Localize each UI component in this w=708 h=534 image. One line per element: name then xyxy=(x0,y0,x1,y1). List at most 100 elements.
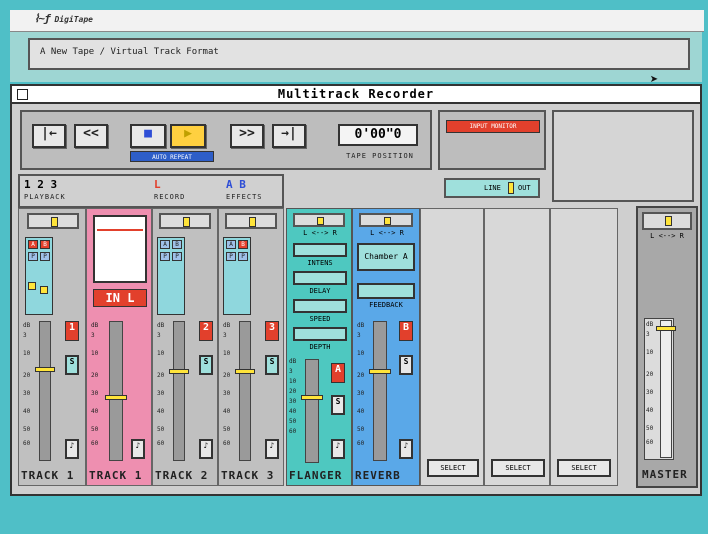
tape-position-label: TAPE POSITION xyxy=(346,152,414,160)
flanger-depth-knob[interactable] xyxy=(293,327,347,341)
track-3-strip: A B P P dB 3 10 20 30 40 50 60 3 S ♪ TRACK 3 xyxy=(218,208,284,486)
select-button-3[interactable]: SELECT xyxy=(557,459,611,477)
intens-label: INTENS xyxy=(307,259,333,267)
flanger-intens-knob[interactable] xyxy=(293,243,347,257)
reverb-label: REVERB xyxy=(355,469,401,482)
record-fader[interactable] xyxy=(109,321,123,461)
tape-format-field[interactable]: A New Tape / Virtual Track Format xyxy=(28,38,690,70)
route-a-button[interactable]: A xyxy=(160,240,170,249)
track-1-routing[interactable]: A B P P xyxy=(25,237,53,315)
route-p-button[interactable]: P xyxy=(40,252,50,261)
auto-repeat-toggle[interactable]: AUTO REPEAT xyxy=(130,151,214,162)
record-fader-handle[interactable] xyxy=(105,395,127,400)
route-a-button[interactable]: A xyxy=(28,240,38,249)
record-track-label: TRACK 1 xyxy=(89,469,143,482)
rewind-button[interactable]: << xyxy=(74,124,108,148)
track-1-fader-handle[interactable] xyxy=(35,367,55,372)
track-1-scale: dB 3 10 20 30 40 50 60 xyxy=(23,322,31,447)
rewind-to-start-button[interactable]: |← xyxy=(32,124,66,148)
reverb-preset-field[interactable]: Chamber A xyxy=(357,243,415,271)
track-3-solo-button[interactable]: S xyxy=(265,355,279,375)
route-p-button[interactable]: P xyxy=(226,252,236,261)
track-3-pan[interactable] xyxy=(225,213,277,229)
track-3-routing[interactable]: A B P P xyxy=(223,237,251,315)
track-1-label: TRACK 1 xyxy=(21,469,75,482)
track-2-note-icon[interactable]: ♪ xyxy=(199,439,213,459)
track-1-strip: A B P P dB 3 10 20 30 40 50 60 1 S ♪ TRACK 1 xyxy=(18,208,86,486)
route-p-button[interactable]: P xyxy=(160,252,170,261)
flanger-delay-knob[interactable] xyxy=(293,271,347,285)
out-label: OUT xyxy=(518,184,531,192)
play-button[interactable]: ▶ xyxy=(170,124,206,148)
master-strip: L <--> R dB 3 10 20 30 40 50 60 MASTER xyxy=(636,206,698,488)
forward-to-end-button[interactable]: →| xyxy=(272,124,306,148)
window-titlebar: Multitrack Recorder xyxy=(12,86,700,104)
route-b-button[interactable]: B xyxy=(172,240,182,249)
track-2-fader-handle[interactable] xyxy=(169,369,189,374)
track-2-number-badge: 2 xyxy=(199,321,213,341)
track-2-pan[interactable] xyxy=(159,213,211,229)
route-a-button[interactable]: A xyxy=(226,240,236,249)
select-button-1[interactable]: SELECT xyxy=(427,459,479,477)
track-2-fader[interactable] xyxy=(173,321,185,461)
select-button-2[interactable]: SELECT xyxy=(491,459,545,477)
flanger-speed-knob[interactable] xyxy=(293,299,347,313)
input-monitor-button[interactable]: INPUT MONITOR xyxy=(446,120,540,133)
track-1-fader[interactable] xyxy=(39,321,51,461)
track-3-fader[interactable] xyxy=(239,321,251,461)
reverb-note-icon[interactable]: ♪ xyxy=(399,439,413,459)
route-p-button[interactable]: P xyxy=(172,252,182,261)
flanger-solo-button[interactable]: S xyxy=(331,395,345,415)
track-3-note-icon[interactable]: ♪ xyxy=(265,439,279,459)
track-1-solo-button[interactable]: S xyxy=(65,355,79,375)
flanger-pan-label: L <--> R xyxy=(303,229,337,237)
send-a-knob[interactable] xyxy=(28,282,36,290)
route-b-button[interactable]: B xyxy=(238,240,248,249)
send-b-knob[interactable] xyxy=(40,286,48,294)
track-2-routing[interactable]: A B P P xyxy=(157,237,185,315)
route-b-button[interactable]: B xyxy=(40,240,50,249)
reverb-fader-handle[interactable] xyxy=(369,369,391,374)
channel-header: 1 2 3 PLAYBACK L RECORD A B EFFECTS xyxy=(18,174,284,208)
input-select-button[interactable]: IN L xyxy=(93,289,147,307)
flanger-fader-handle[interactable] xyxy=(301,395,323,400)
line-out-handle[interactable] xyxy=(508,182,514,194)
flanger-fader[interactable] xyxy=(305,359,319,463)
track-3-fader-handle[interactable] xyxy=(235,369,255,374)
master-fader[interactable] xyxy=(660,320,672,458)
track-1-note-icon[interactable]: ♪ xyxy=(65,439,79,459)
flanger-scale: dB 3 10 20 30 40 50 60 xyxy=(289,358,297,435)
master-fader-handle[interactable] xyxy=(656,326,676,331)
reverb-scale: dB 3 10 20 30 40 50 60 xyxy=(357,322,365,447)
master-scale: dB 3 10 20 30 40 50 60 xyxy=(646,321,654,446)
reverb-feedback-knob[interactable] xyxy=(357,283,415,299)
reverb-pan[interactable] xyxy=(359,213,413,227)
playback-label: PLAYBACK xyxy=(24,193,66,201)
tape-time-display: 0'00"0 xyxy=(338,124,418,146)
flanger-pan[interactable] xyxy=(293,213,345,227)
track-3-scale: dB 3 10 20 30 40 50 60 xyxy=(223,322,231,447)
line-label: LINE xyxy=(484,184,501,192)
effects-label: EFFECTS xyxy=(226,193,263,201)
route-p-button[interactable]: P xyxy=(238,252,248,261)
transport-panel: |← << ■ ▶ AUTO REPEAT >> →| 0'00"0 TAPE … xyxy=(20,110,432,170)
track-2-label: TRACK 2 xyxy=(155,469,209,482)
route-p-button[interactable]: P xyxy=(28,252,38,261)
master-pan[interactable] xyxy=(642,212,692,230)
depth-label: DEPTH xyxy=(309,343,331,351)
line-out-switch[interactable]: LINE OUT xyxy=(444,178,540,198)
reverb-pan-label: L <--> R xyxy=(370,229,404,237)
track-2-solo-button[interactable]: S xyxy=(199,355,213,375)
flanger-label: FLANGER xyxy=(289,469,343,482)
stop-button[interactable]: ■ xyxy=(130,124,166,148)
reverb-badge: B xyxy=(399,321,413,341)
flanger-note-icon[interactable]: ♪ xyxy=(331,439,345,459)
record-letter: L xyxy=(154,178,161,191)
track-2-strip: A B P P dB 3 10 20 30 40 50 60 2 S ♪ TRACK 2 xyxy=(152,208,218,486)
track-1-pan[interactable] xyxy=(27,213,79,229)
reverb-fader[interactable] xyxy=(373,321,387,461)
app-logo: ⌇~ƒ DigiTape xyxy=(34,12,93,25)
fast-forward-button[interactable]: >> xyxy=(230,124,264,148)
record-note-icon[interactable]: ♪ xyxy=(131,439,145,459)
reverb-solo-button[interactable]: S xyxy=(399,355,413,375)
